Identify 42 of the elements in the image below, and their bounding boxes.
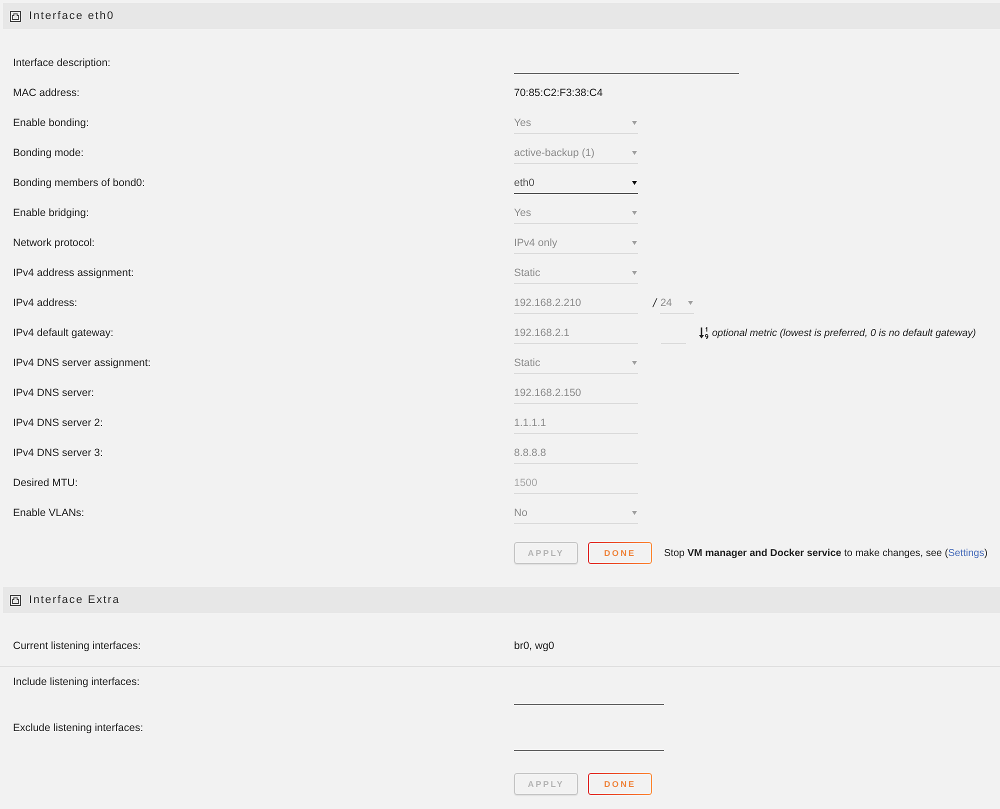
caret-icon [632, 180, 637, 184]
field-label: Interface description: [13, 57, 112, 69]
field-label: IPv4 address assignment: [13, 267, 135, 279]
field-label: IPv4 address: [13, 297, 78, 309]
caret-icon [688, 300, 694, 304]
field-label: Include listening interfaces: [13, 675, 141, 690]
notice-text: Stop VM manager and Docker service to make changes, see (Settings) [664, 548, 988, 558]
field-label: IPv4 default gateway: [13, 327, 114, 339]
field-value: 70:85:C2:F3:38:C4 [514, 87, 603, 99]
field-label: IPv4 DNS server assignment: [13, 357, 152, 369]
form-button[interactable]: DONE [588, 542, 652, 564]
ethernet-port-icon [10, 10, 21, 22]
field-label: Enable bridging: [13, 207, 90, 219]
dropdown[interactable]: eth0 [514, 172, 638, 194]
field-label: IPv4 DNS server: [13, 387, 96, 399]
field-value: br0, wg0 [514, 640, 554, 652]
metric-hint: optional metric (lowest is preferred, 0 is no default gateway) [712, 328, 976, 338]
caret-icon [632, 360, 637, 364]
field-label: Exclude listening interfaces: [13, 721, 144, 736]
field-label: Current listening interfaces: [13, 640, 142, 652]
ethernet-port-icon [10, 594, 21, 606]
caret-icon [632, 510, 637, 514]
caret-icon [632, 120, 637, 124]
prefix-separator: / [653, 296, 656, 310]
field-label: IPv4 DNS server 3: [13, 447, 104, 459]
caret-icon [632, 210, 637, 214]
caret-icon [632, 150, 637, 154]
settings-link[interactable]: Settings [948, 548, 984, 558]
field-label: Enable bonding: [13, 117, 90, 129]
field-label: Enable VLANs: [13, 507, 86, 519]
section-title: Interface Extra [29, 594, 120, 606]
caret-icon [632, 270, 637, 274]
field-label: Desired MTU: [13, 477, 79, 489]
section-title: Interface eth0 [29, 10, 114, 22]
field-label: IPv4 DNS server 2: [13, 417, 104, 429]
field-label: Bonding members of bond0: [13, 177, 146, 189]
field-label: Bonding mode: [13, 147, 85, 159]
field-label: MAC address: [13, 87, 81, 99]
field-label: Network protocol: [13, 237, 96, 249]
sort-icon [699, 327, 709, 339]
caret-icon [632, 240, 637, 244]
form-button[interactable]: DONE [588, 773, 652, 795]
